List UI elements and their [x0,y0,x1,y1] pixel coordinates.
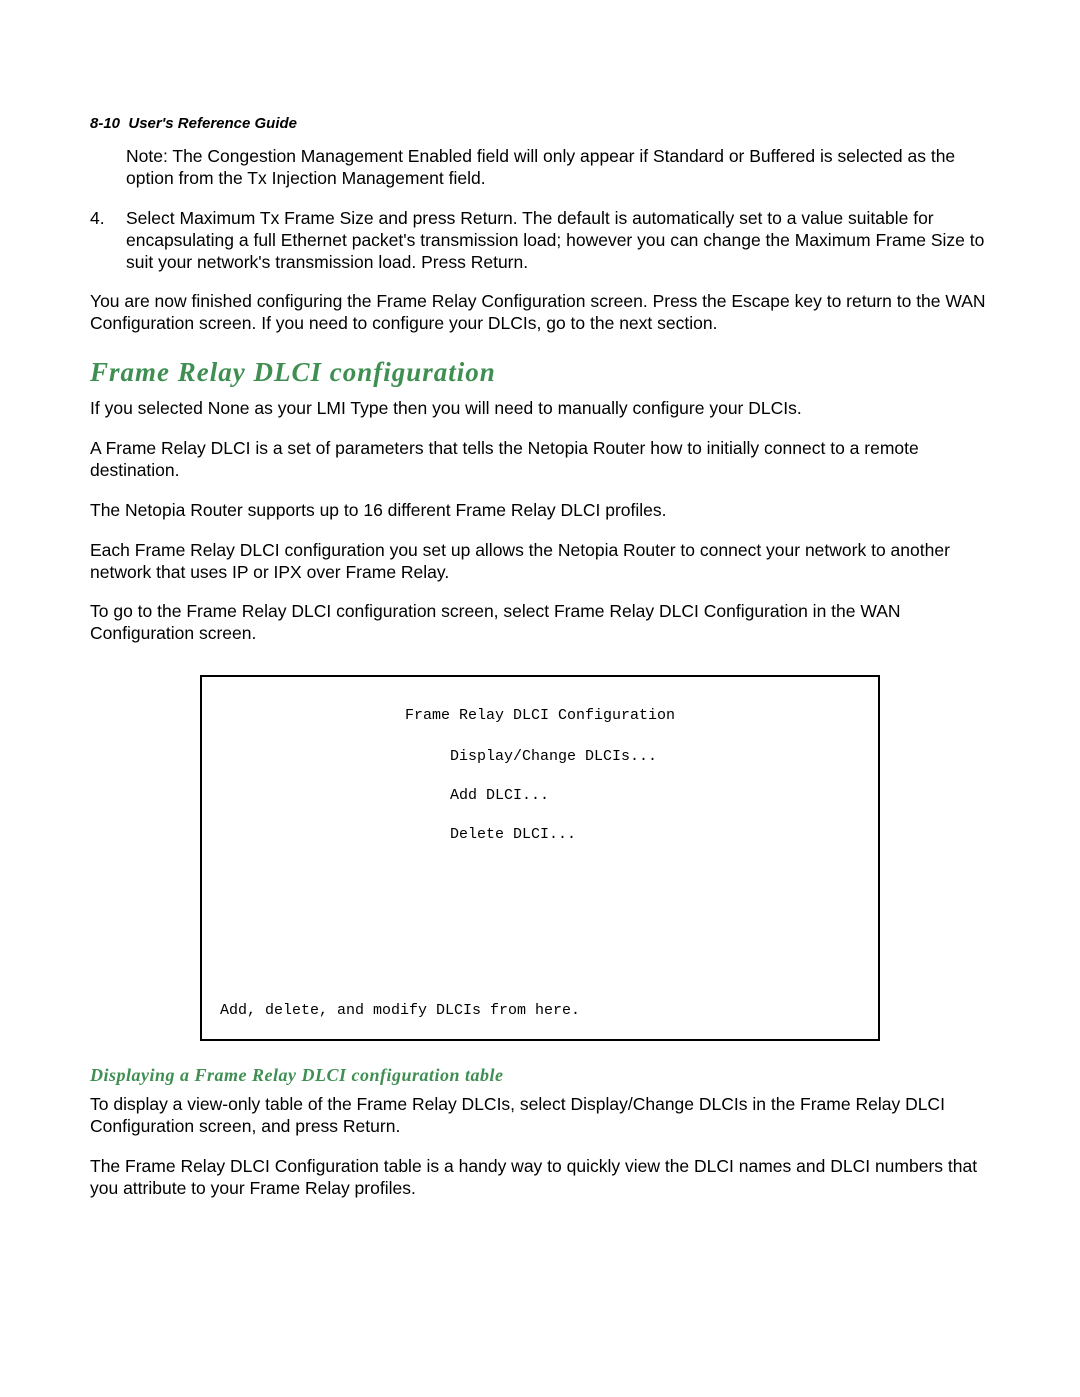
paragraph: The Frame Relay DLCI Configuration table… [90,1156,990,1200]
paragraph: Each Frame Relay DLCI configuration you … [90,540,990,584]
subsection-title: Displaying a Frame Relay DLCI configurat… [90,1065,990,1086]
paragraph: If you selected None as your LMI Type th… [90,398,990,420]
page-number: 8-10 [90,115,120,132]
step-4: 4. Select Maximum Tx Frame Size and pres… [90,208,990,274]
paragraph: A Frame Relay DLCI is a set of parameter… [90,438,990,482]
page-header: 8-10 User's Reference Guide [90,115,990,132]
terminal-footer: Add, delete, and modify DLCIs from here. [220,1002,580,1019]
paragraph: To display a view-only table of the Fram… [90,1094,990,1138]
terminal-menu-item: Display/Change DLCIs... [450,748,860,765]
terminal-screen: Frame Relay DLCI Configuration Display/C… [200,675,880,1041]
step-text: Select Maximum Tx Frame Size and press R… [126,208,990,274]
step-number: 4. [90,208,126,229]
document-page: 8-10 User's Reference Guide Note: The Co… [0,0,1080,1308]
terminal-title: Frame Relay DLCI Configuration [220,707,860,724]
section-title: Frame Relay DLCI configuration [90,357,990,388]
terminal-menu-item: Add DLCI... [450,787,860,804]
note-paragraph: Note: The Congestion Management Enabled … [126,146,990,190]
header-title: User's Reference Guide [128,115,297,132]
paragraph: The Netopia Router supports up to 16 dif… [90,500,990,522]
terminal-menu: Display/Change DLCIs... Add DLCI... Dele… [450,748,860,843]
paragraph: To go to the Frame Relay DLCI configurat… [90,601,990,645]
terminal-menu-item: Delete DLCI... [450,826,860,843]
finished-paragraph: You are now finished configuring the Fra… [90,291,990,335]
